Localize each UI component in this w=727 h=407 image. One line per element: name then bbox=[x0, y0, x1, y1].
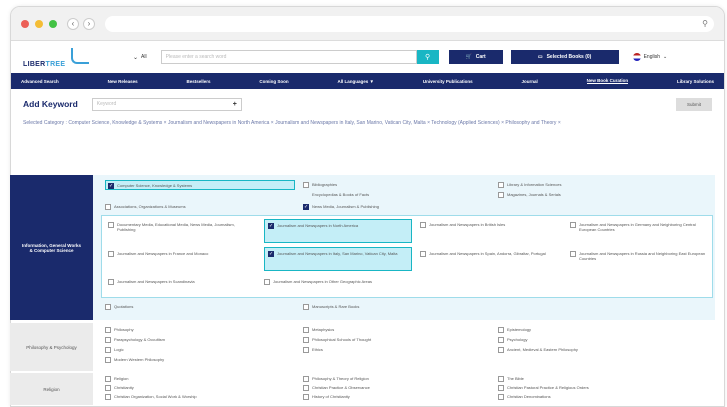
search-icon: ⚲ bbox=[425, 54, 431, 61]
checkbox-pastoral-practice[interactable]: Christian Pastoral Practice & Religious … bbox=[498, 385, 589, 391]
browser-chrome: ‹ › ⚲ bbox=[11, 7, 724, 41]
checkbox-encyclopedias[interactable]: Encyclopedias & Books of Facts bbox=[303, 192, 369, 197]
nav-new-book-curation[interactable]: New Book Curation bbox=[586, 78, 629, 84]
checkbox-quotations[interactable]: Quotations bbox=[105, 304, 133, 310]
checkbox-russia[interactable]: Journalism and Newspapers in Russia and … bbox=[570, 251, 710, 261]
checkbox-north-america[interactable]: ✓ Journalism and Newspapers in North Amer… bbox=[264, 219, 412, 243]
checkbox-epistemology[interactable]: Epistemology bbox=[498, 327, 531, 333]
checkbox-spain[interactable]: Journalism and Newspapers in Spain, Ando… bbox=[420, 251, 560, 257]
checked-icon: ✓ bbox=[108, 183, 114, 189]
checked-icon: ✓ bbox=[303, 204, 309, 210]
checkbox-ethics[interactable]: Ethics bbox=[303, 347, 323, 353]
checkbox-manuscripts[interactable]: Manuscripts & Rare Books bbox=[303, 304, 359, 310]
cart-icon: 🛒 bbox=[465, 54, 472, 60]
logo-swoosh-icon bbox=[71, 48, 89, 64]
checkbox-metaphysics[interactable]: Metaphysics bbox=[303, 327, 334, 333]
checkbox-philosophy[interactable]: Philosophy bbox=[105, 327, 134, 333]
back-button[interactable]: ‹ bbox=[67, 17, 79, 30]
selected-category: Selected Category : Computer Science, Kn… bbox=[11, 119, 724, 128]
checkbox-other-areas[interactable]: Journalism and Newspapers in Other Geogr… bbox=[264, 279, 404, 285]
checkbox-library-sciences[interactable]: Library & Information Sciences bbox=[498, 182, 561, 188]
checkbox-germany[interactable]: Journalism and Newspapers in Germany and… bbox=[570, 222, 710, 232]
info-panel: ✓ Computer Science, Knowledge & Systems B… bbox=[93, 175, 715, 320]
selected-category-items[interactable]: Computer Science, Knowledge & Systems × … bbox=[68, 120, 560, 126]
minimize-dot[interactable] bbox=[35, 19, 43, 28]
checkbox-bible[interactable]: The Bible bbox=[498, 376, 524, 382]
cart-button[interactable]: 🛒 Cart bbox=[448, 50, 503, 64]
add-keyword-title: Add Keyword bbox=[23, 99, 78, 109]
section-label-info[interactable]: Information, General Works & Computer Sc… bbox=[10, 175, 93, 320]
checkbox-bibliographies[interactable]: Bibliographies bbox=[303, 182, 337, 188]
nav-advanced-search[interactable]: Advanced Search bbox=[21, 79, 59, 84]
keyword-row: Add Keyword Keyword + Submit bbox=[11, 89, 724, 119]
search-button[interactable]: ⚲ bbox=[416, 50, 439, 64]
plus-icon[interactable]: + bbox=[233, 101, 237, 108]
category-select[interactable]: ⌄ All bbox=[133, 54, 147, 61]
submit-button[interactable]: Submit bbox=[676, 97, 712, 111]
forward-button[interactable]: › bbox=[83, 17, 95, 30]
checked-icon: ✓ bbox=[268, 251, 274, 257]
main-nav: Advanced Search New Releases Bestsellers… bbox=[11, 73, 724, 89]
checkbox-christian-organization[interactable]: Christian Organization, Social Work & Wo… bbox=[105, 394, 197, 400]
site-logo[interactable]: LIBERTREE bbox=[23, 46, 113, 68]
search-icon: ⚲ bbox=[702, 19, 708, 28]
philosophy-panel: Philosophy Metaphysics Epistemology Para… bbox=[93, 323, 715, 371]
chevron-down-icon: ⌄ bbox=[663, 54, 668, 60]
nav-bestsellers[interactable]: Bestsellers bbox=[187, 79, 211, 84]
close-dot[interactable] bbox=[21, 19, 29, 28]
checked-icon: ✓ bbox=[268, 223, 274, 229]
checkbox-christian-denominations[interactable]: Christian Denominations bbox=[498, 394, 551, 400]
checkbox-italy[interactable]: ✓ Journalism and Newspapers in Italy, San… bbox=[264, 247, 412, 271]
news-subpanel: Documentary Media, Educational Media, Ne… bbox=[101, 215, 713, 298]
us-flag-icon bbox=[632, 53, 641, 61]
checkbox-associations[interactable]: Associations, Organizations & Museums bbox=[105, 204, 186, 210]
checkbox-british-isles[interactable]: Journalism and Newspapers in British Isl… bbox=[420, 222, 560, 228]
search-input[interactable]: Please enter a search word bbox=[160, 50, 417, 64]
nav-library-solutions[interactable]: Library Solutions bbox=[677, 79, 714, 84]
checkbox-philosophical-schools[interactable]: Philosophical Schools of Thought bbox=[303, 337, 371, 343]
checkbox-christianity[interactable]: Christianity bbox=[105, 385, 134, 391]
maximize-dot[interactable] bbox=[49, 19, 57, 28]
logo-text: LIBERTREE bbox=[23, 61, 66, 68]
chevron-down-icon: ⌄ bbox=[133, 54, 139, 61]
nav-university-publications[interactable]: University Publications bbox=[423, 79, 473, 84]
book-icon: ▭ bbox=[537, 54, 543, 60]
checkbox-ancient-philosophy[interactable]: Ancient, Medieval & Eastern Philosophy bbox=[498, 347, 578, 353]
checkbox-logic[interactable]: Logic bbox=[105, 347, 124, 353]
checkbox-psychology[interactable]: Psychology bbox=[498, 337, 527, 343]
selected-category-label: Selected Category : bbox=[23, 120, 67, 126]
checkbox-magazines[interactable]: Magazines, Journals & Serials bbox=[498, 192, 561, 198]
language-select[interactable]: English ⌄ bbox=[632, 53, 668, 61]
checkbox-history-christianity[interactable]: History of Christianity bbox=[303, 394, 350, 400]
nav-all-languages[interactable]: All Languages ▼ bbox=[338, 79, 374, 84]
address-bar[interactable]: ⚲ bbox=[105, 15, 714, 32]
checkbox-computer-science[interactable]: ✓ Computer Science, Knowledge & Systems bbox=[105, 180, 295, 190]
checkbox-scandinavia[interactable]: Journalism and Newspapers in Scandinavia bbox=[108, 279, 248, 285]
checkbox-parapsychology[interactable]: Parapsychology & Occultism bbox=[105, 337, 165, 343]
checkbox-documentary-media[interactable]: Documentary Media, Educational Media, Ne… bbox=[108, 222, 248, 232]
checkbox-christian-practice[interactable]: Christian Practice & Observance bbox=[303, 385, 370, 391]
site-header: LIBERTREE ⌄ All Please enter a search wor… bbox=[11, 41, 724, 73]
checkbox-modern-western[interactable]: Modern Western Philosophy bbox=[105, 357, 164, 363]
category-grid: Information, General Works & Computer Sc… bbox=[10, 165, 715, 405]
checkbox-news-media[interactable]: ✓ News Media, Journalism & Publishing bbox=[303, 204, 379, 210]
keyword-input[interactable]: Keyword + bbox=[91, 97, 242, 111]
checkbox-france[interactable]: Journalism and Newspapers in France and … bbox=[108, 251, 248, 257]
nav-coming-soon[interactable]: Coming Soon bbox=[259, 79, 288, 84]
section-label-religion[interactable]: Religion bbox=[10, 373, 93, 405]
section-label-philosophy[interactable]: Philosophy & Psychology bbox=[10, 323, 93, 371]
nav-new-releases[interactable]: New Releases bbox=[108, 79, 138, 84]
nav-journal[interactable]: Journal bbox=[521, 79, 537, 84]
checkbox-philosophy-religion[interactable]: Philosophy & Theory of Religion bbox=[303, 376, 369, 382]
religion-panel: Religion Philosophy & Theory of Religion… bbox=[93, 373, 715, 405]
checkbox-religion[interactable]: Religion bbox=[105, 376, 128, 382]
selected-books-button[interactable]: ▭ Selected Books (0) bbox=[510, 50, 619, 64]
